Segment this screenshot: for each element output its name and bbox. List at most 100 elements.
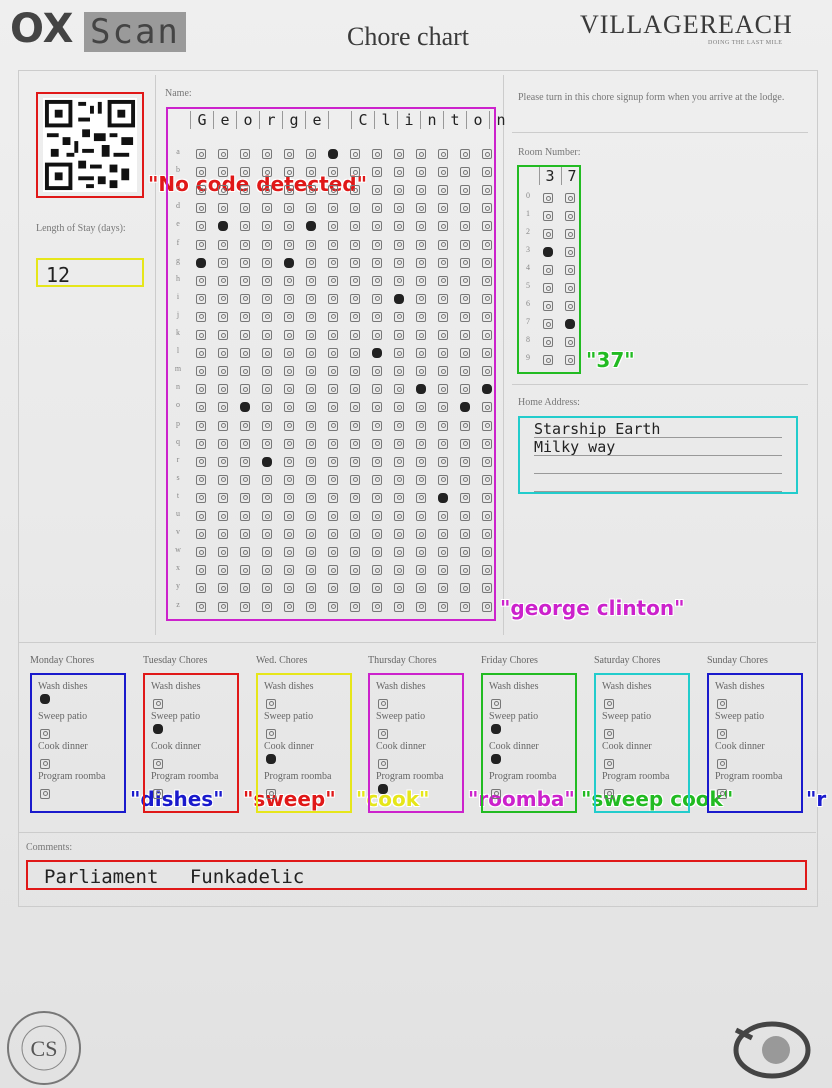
bubble[interactable] (306, 384, 316, 395)
bubble[interactable] (262, 384, 272, 395)
bubble[interactable] (565, 301, 575, 311)
bubble[interactable] (284, 529, 294, 540)
bubble[interactable] (262, 511, 272, 521)
bubble[interactable] (328, 565, 338, 576)
bubble[interactable] (460, 511, 470, 521)
bubble[interactable] (328, 456, 338, 467)
bubble[interactable] (372, 293, 382, 304)
bubble[interactable] (240, 420, 250, 431)
bubble[interactable] (482, 511, 492, 521)
bubble[interactable] (438, 257, 448, 268)
bubble[interactable] (218, 366, 228, 377)
bubble[interactable] (482, 149, 492, 159)
bubble[interactable] (328, 402, 338, 413)
bubble[interactable] (262, 529, 272, 540)
bubble[interactable] (416, 275, 426, 286)
bubble[interactable] (350, 384, 360, 395)
bubble[interactable] (460, 601, 470, 612)
bubble[interactable] (350, 275, 360, 286)
bubble[interactable] (240, 366, 250, 377)
bubble[interactable] (543, 319, 553, 329)
filled-bubble[interactable] (266, 754, 276, 764)
bubble[interactable] (306, 330, 316, 340)
bubble[interactable] (328, 330, 338, 340)
bubble[interactable] (416, 565, 426, 576)
bubble[interactable] (196, 601, 206, 612)
bubble[interactable] (416, 239, 426, 250)
bubble[interactable] (240, 384, 250, 395)
bubble[interactable] (196, 239, 206, 250)
bubble[interactable] (218, 293, 228, 304)
bubble[interactable] (262, 492, 272, 503)
bubble[interactable] (240, 438, 250, 449)
bubble[interactable] (196, 529, 206, 540)
bubble[interactable] (266, 728, 276, 739)
bubble[interactable] (350, 565, 360, 576)
bubble[interactable] (372, 239, 382, 250)
bubble[interactable] (416, 330, 426, 340)
bubble[interactable] (240, 311, 250, 322)
bubble[interactable] (565, 229, 575, 239)
bubble[interactable] (262, 293, 272, 304)
bubble[interactable] (306, 239, 316, 250)
bubble[interactable] (438, 547, 448, 558)
bubble[interactable] (416, 257, 426, 268)
bubble[interactable] (482, 474, 492, 485)
bubble[interactable] (482, 529, 492, 540)
bubble[interactable] (328, 420, 338, 431)
bubble[interactable] (196, 547, 206, 558)
bubble[interactable] (196, 583, 206, 594)
bubble[interactable] (218, 420, 228, 431)
bubble[interactable] (218, 547, 228, 558)
filled-bubble[interactable] (565, 319, 575, 329)
bubble[interactable] (218, 601, 228, 612)
bubble[interactable] (240, 547, 250, 558)
bubble[interactable] (262, 275, 272, 286)
bubble[interactable] (218, 275, 228, 286)
bubble[interactable] (218, 203, 228, 214)
bubble[interactable] (328, 221, 338, 232)
bubble[interactable] (491, 788, 501, 799)
bubble[interactable] (604, 758, 614, 769)
bubble[interactable] (196, 420, 206, 431)
bubble[interactable] (438, 167, 448, 178)
bubble[interactable] (240, 221, 250, 232)
bubble[interactable] (306, 547, 316, 558)
bubble[interactable] (372, 221, 382, 232)
bubble[interactable] (438, 149, 448, 159)
bubble[interactable] (372, 384, 382, 395)
bubble[interactable] (438, 583, 448, 594)
bubble[interactable] (262, 185, 272, 196)
bubble[interactable] (262, 402, 272, 413)
bubble[interactable] (328, 547, 338, 558)
bubble[interactable] (482, 330, 492, 340)
bubble[interactable] (350, 257, 360, 268)
bubble[interactable] (218, 185, 228, 196)
bubble[interactable] (604, 788, 614, 799)
bubble[interactable] (482, 492, 492, 503)
bubble[interactable] (482, 311, 492, 322)
bubble[interactable] (350, 311, 360, 322)
bubble[interactable] (196, 203, 206, 214)
bubble[interactable] (416, 547, 426, 558)
filled-bubble[interactable] (240, 402, 250, 413)
bubble[interactable] (482, 420, 492, 431)
bubble[interactable] (416, 149, 426, 159)
bubble[interactable] (416, 420, 426, 431)
bubble[interactable] (328, 348, 338, 359)
bubble[interactable] (565, 283, 575, 293)
bubble[interactable] (438, 185, 448, 196)
bubble[interactable] (306, 311, 316, 322)
bubble[interactable] (438, 293, 448, 304)
bubble[interactable] (306, 167, 316, 178)
bubble[interactable] (482, 456, 492, 467)
bubble[interactable] (350, 330, 360, 340)
bubble[interactable] (350, 492, 360, 503)
bubble[interactable] (240, 601, 250, 612)
bubble[interactable] (196, 565, 206, 576)
bubble[interactable] (460, 348, 470, 359)
bubble[interactable] (372, 601, 382, 612)
bubble[interactable] (372, 474, 382, 485)
bubble[interactable] (416, 511, 426, 521)
bubble[interactable] (153, 758, 163, 769)
